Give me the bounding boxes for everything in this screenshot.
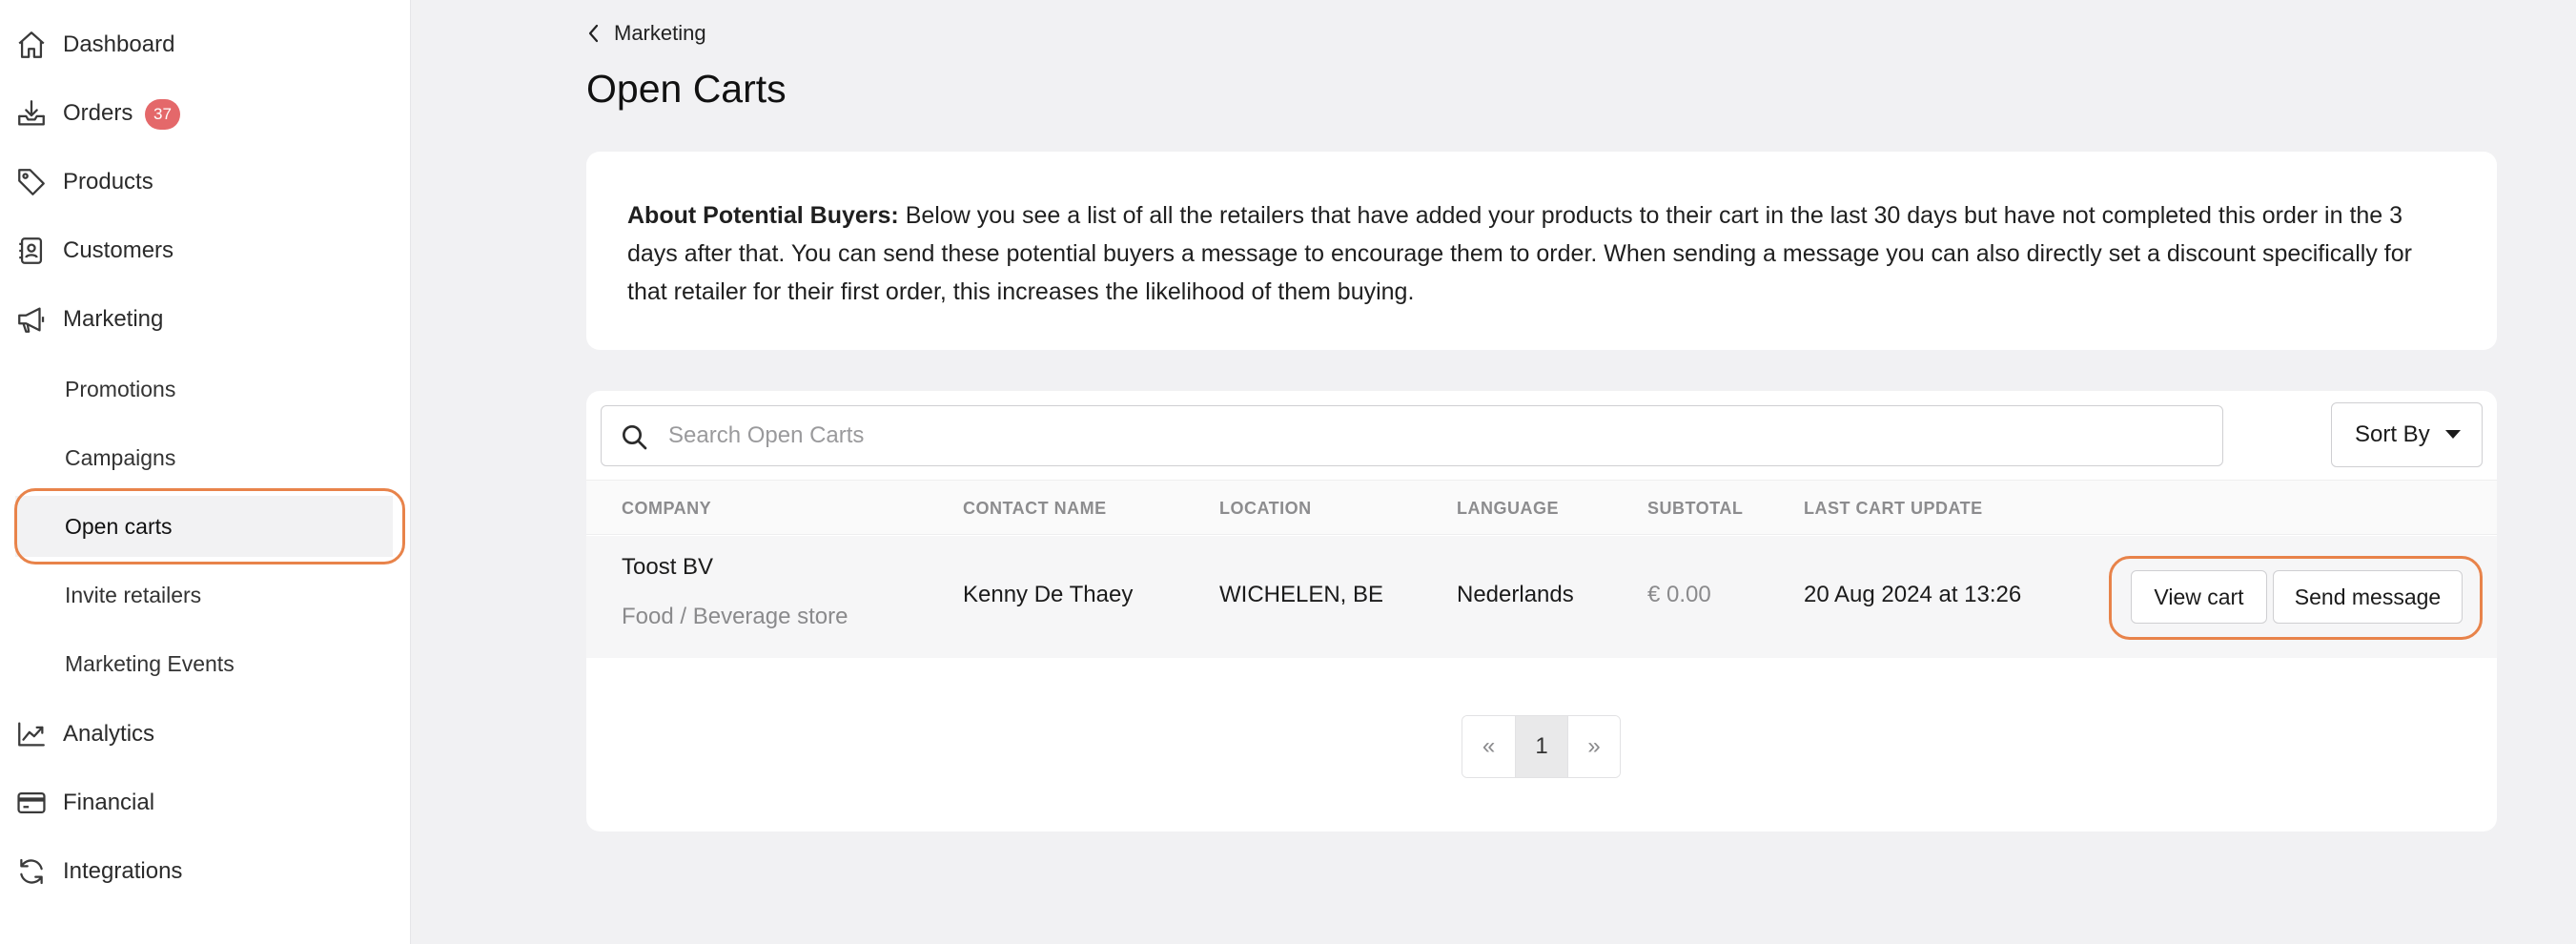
view-cart-button[interactable]: View cart [2131, 570, 2267, 624]
tag-icon [15, 166, 48, 198]
search-input[interactable] [668, 406, 2194, 465]
sidebar-item-products[interactable]: Products [0, 154, 411, 211]
column-header-location[interactable]: LOCATION [1219, 499, 1312, 519]
chevron-left-icon [588, 24, 599, 43]
info-card: About Potential Buyers: Below you see a … [586, 152, 2497, 350]
column-header-language[interactable]: LANGUAGE [1457, 499, 1559, 519]
pagination: « 1 » [1462, 715, 1621, 778]
sidebar-subitem-label: Campaigns [65, 444, 176, 470]
sidebar-subitem-marketing-events[interactable]: Marketing Events [15, 633, 393, 694]
sidebar-item-dashboard[interactable]: Dashboard [0, 16, 411, 73]
contact-book-icon [15, 235, 48, 267]
info-heading: About Potential Buyers: [627, 202, 899, 229]
sidebar-subitem-label: Promotions [65, 376, 176, 401]
sidebar-subitem-promotions[interactable]: Promotions [15, 359, 393, 420]
sidebar-item-label: Analytics [63, 721, 155, 747]
chart-line-icon [15, 718, 48, 750]
breadcrumb-back-link[interactable]: Marketing [587, 21, 706, 46]
search-icon [623, 425, 647, 450]
column-header-last-cart-update[interactable]: LAST CART UPDATE [1804, 499, 1983, 519]
megaphone-icon [15, 303, 48, 336]
sidebar-item-label: Orders [63, 100, 133, 126]
sidebar-item-analytics[interactable]: Analytics [0, 706, 411, 763]
location: WICHELEN, BE [1219, 582, 1384, 607]
page-title: Open Carts [586, 67, 787, 111]
refresh-icon [15, 855, 48, 888]
sidebar: Dashboard Orders 37 Products Customers M… [0, 0, 411, 944]
credit-card-icon [15, 787, 48, 819]
sidebar-item-customers[interactable]: Customers [0, 222, 411, 279]
sort-by-label: Sort By [2355, 421, 2430, 447]
sidebar-subitem-label: Marketing Events [65, 650, 235, 676]
sidebar-subitem-label: Open carts [65, 513, 173, 539]
home-icon [15, 29, 48, 61]
sort-by-button[interactable]: Sort By [2331, 402, 2483, 467]
breadcrumb-label: Marketing [614, 21, 706, 45]
company-name: Toost BV [622, 554, 714, 580]
sidebar-item-label: Integrations [63, 858, 183, 884]
send-message-button[interactable]: Send message [2273, 570, 2463, 624]
column-header-contact-name[interactable]: CONTACT NAME [963, 499, 1107, 519]
open-carts-table-card: Sort By COMPANY CONTACT NAME LOCATION LA… [586, 391, 2497, 831]
contact-name: Kenny De Thaey [963, 582, 1134, 607]
sidebar-item-marketing[interactable]: Marketing [0, 291, 411, 348]
sidebar-item-label: Dashboard [63, 31, 175, 57]
pagination-page-current[interactable]: 1 [1515, 716, 1567, 777]
sidebar-item-financial[interactable]: Financial [0, 774, 411, 831]
company-type: Food / Beverage store [622, 604, 848, 629]
table-row: Toost BV Food / Beverage store Kenny De … [586, 536, 2497, 658]
column-header-subtotal[interactable]: SUBTOTAL [1647, 499, 1743, 519]
sidebar-subitem-campaigns[interactable]: Campaigns [15, 427, 393, 488]
pagination-prev[interactable]: « [1462, 716, 1515, 777]
sidebar-item-label: Products [63, 169, 153, 195]
inbox-download-icon [15, 97, 48, 130]
table-header: COMPANY CONTACT NAME LOCATION LANGUAGE S… [586, 480, 2497, 535]
info-text: About Potential Buyers: Below you see a … [627, 196, 2456, 311]
column-header-company[interactable]: COMPANY [622, 499, 711, 519]
sidebar-item-label: Marketing [63, 306, 164, 332]
subtotal: € 0.00 [1647, 582, 1711, 607]
orders-count-badge: 37 [145, 99, 180, 130]
language: Nederlands [1457, 582, 1574, 607]
sidebar-item-orders[interactable]: Orders 37 [0, 85, 411, 142]
sidebar-subitem-open-carts[interactable]: Open carts [15, 496, 393, 557]
search-box [601, 405, 2223, 466]
pagination-next[interactable]: » [1567, 716, 1620, 777]
sidebar-subitem-invite-retailers[interactable]: Invite retailers [15, 564, 393, 626]
last-cart-update: 20 Aug 2024 at 13:26 [1804, 582, 2022, 607]
caret-down-icon [2445, 430, 2461, 439]
sidebar-subitem-label: Invite retailers [65, 582, 202, 607]
sidebar-item-label: Customers [63, 237, 174, 263]
sidebar-item-label: Financial [63, 790, 155, 815]
sidebar-item-integrations[interactable]: Integrations [0, 843, 411, 900]
